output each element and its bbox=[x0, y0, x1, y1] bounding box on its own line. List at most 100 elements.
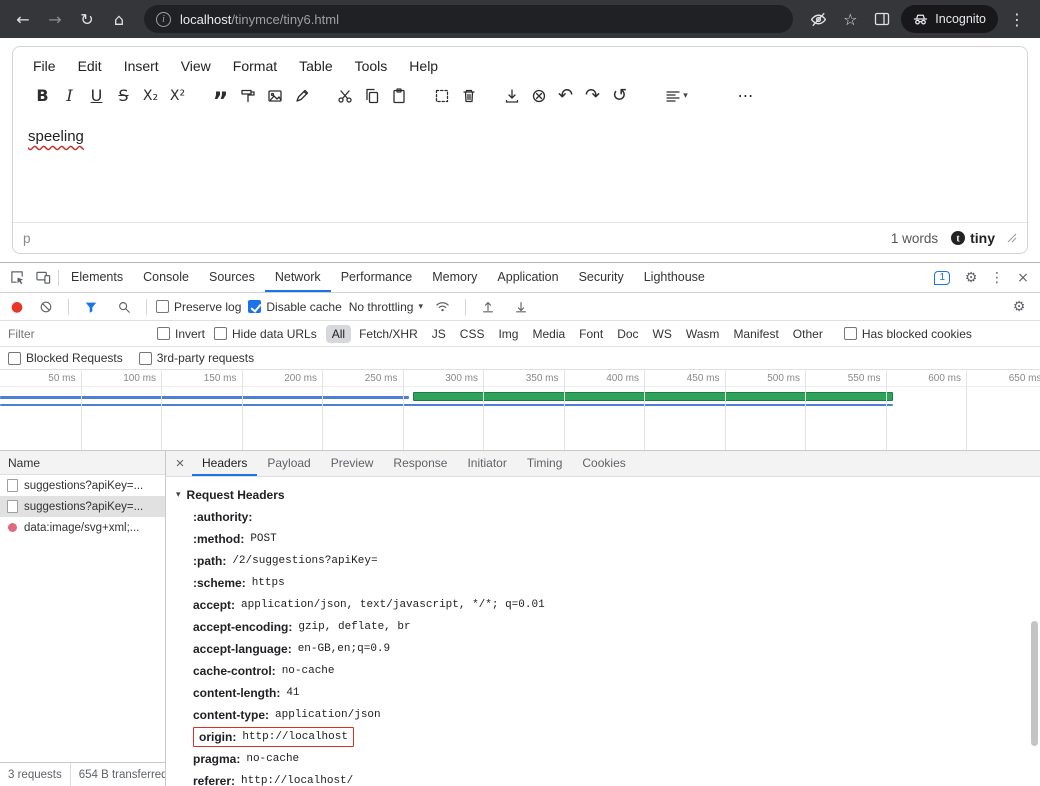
checkbox-box[interactable] bbox=[8, 352, 21, 365]
menu-kebab-icon[interactable]: ⋮ bbox=[1004, 6, 1030, 32]
editor-content-area[interactable]: speeling bbox=[13, 115, 1027, 222]
disable-cache-checkbox[interactable]: Disable cache bbox=[248, 300, 341, 314]
undo-button[interactable]: ↶ bbox=[552, 82, 579, 109]
address-bar[interactable]: i localhost/tinymce/tiny6.html bbox=[144, 5, 793, 33]
menu-item[interactable]: File bbox=[23, 54, 66, 78]
detail-tab[interactable]: Timing bbox=[517, 451, 573, 476]
devtools-tab[interactable]: Application bbox=[487, 263, 568, 292]
devtools-tab[interactable]: Network bbox=[265, 263, 331, 292]
subscript-button[interactable]: X₂ bbox=[137, 82, 164, 109]
align-button[interactable]: ▾ bbox=[663, 82, 690, 109]
collapse-triangle-icon[interactable]: ▾ bbox=[176, 490, 181, 500]
disable-cache-box[interactable] bbox=[248, 300, 261, 313]
preserve-log-checkbox[interactable]: Preserve log bbox=[156, 300, 241, 314]
insert-image-button[interactable] bbox=[261, 82, 288, 109]
menu-item[interactable]: View bbox=[171, 54, 221, 78]
menu-item[interactable]: Format bbox=[223, 54, 287, 78]
cancel-button[interactable] bbox=[525, 82, 552, 109]
checkbox-box[interactable] bbox=[157, 327, 170, 340]
devtools-tab[interactable]: Lighthouse bbox=[634, 263, 715, 292]
invert-checkbox[interactable]: Invert bbox=[157, 327, 205, 341]
back-button[interactable]: ← bbox=[10, 6, 36, 32]
third-party-checkbox[interactable]: 3rd-party requests bbox=[139, 351, 254, 365]
delete-button[interactable] bbox=[455, 82, 482, 109]
resource-type-filter[interactable]: Manifest bbox=[727, 325, 784, 343]
menu-item[interactable]: Tools bbox=[345, 54, 398, 78]
menu-item[interactable]: Help bbox=[399, 54, 448, 78]
hide-data-urls-label[interactable]: Hide data URLs bbox=[232, 327, 317, 341]
detail-tab[interactable]: Cookies bbox=[572, 451, 635, 476]
misspelled-word[interactable]: speeling bbox=[28, 128, 84, 145]
export-har-icon[interactable] bbox=[508, 294, 534, 320]
resource-type-filter[interactable]: Doc bbox=[611, 325, 644, 343]
home-button[interactable]: ⌂ bbox=[106, 6, 132, 32]
detail-tab[interactable]: Headers bbox=[192, 451, 257, 476]
devtools-tab[interactable]: Performance bbox=[331, 263, 423, 292]
has-blocked-cookies-label[interactable]: Has blocked cookies bbox=[862, 327, 972, 341]
menu-item[interactable]: Insert bbox=[114, 54, 169, 78]
devtools-kebab-icon[interactable]: ⋮ bbox=[984, 265, 1010, 291]
close-devtools-icon[interactable]: × bbox=[1010, 265, 1036, 291]
cut-button[interactable] bbox=[331, 82, 358, 109]
third-party-label[interactable]: 3rd-party requests bbox=[157, 351, 254, 365]
format-painter-button[interactable] bbox=[234, 82, 261, 109]
timeline[interactable]: 50 ms100 ms150 ms200 ms250 ms300 ms350 m… bbox=[0, 370, 1040, 451]
restore-draft-button[interactable]: ↺ bbox=[606, 82, 633, 109]
blocked-requests-label[interactable]: Blocked Requests bbox=[26, 351, 123, 365]
permanent-pen-button[interactable] bbox=[288, 82, 315, 109]
import-har-icon[interactable] bbox=[475, 294, 501, 320]
request-row[interactable]: suggestions?apiKey=... bbox=[0, 475, 165, 496]
redo-button[interactable]: ↷ bbox=[579, 82, 606, 109]
incognito-badge[interactable]: Incognito bbox=[901, 5, 998, 33]
superscript-button[interactable]: X² bbox=[164, 82, 191, 109]
select-all-button[interactable] bbox=[428, 82, 455, 109]
resource-type-filter[interactable]: Wasm bbox=[680, 325, 726, 343]
blocked-requests-checkbox[interactable]: Blocked Requests bbox=[8, 351, 123, 365]
paste-button[interactable] bbox=[385, 82, 412, 109]
detail-tab[interactable]: Response bbox=[383, 451, 457, 476]
italic-button[interactable]: I bbox=[56, 82, 83, 109]
invert-label[interactable]: Invert bbox=[175, 327, 205, 341]
copy-button[interactable] bbox=[358, 82, 385, 109]
bold-button[interactable]: B bbox=[29, 82, 56, 109]
network-settings-gear-icon[interactable]: ⚙ bbox=[1006, 294, 1032, 320]
resource-type-filter[interactable]: JS bbox=[426, 325, 452, 343]
checkbox-box[interactable] bbox=[139, 352, 152, 365]
scrollbar-thumb[interactable] bbox=[1031, 621, 1038, 746]
blockquote-button[interactable]: ” bbox=[207, 82, 234, 109]
menu-item[interactable]: Edit bbox=[68, 54, 112, 78]
resource-type-filter[interactable]: WS bbox=[647, 325, 678, 343]
page-info-icon[interactable]: i bbox=[156, 12, 171, 27]
resource-type-filter[interactable]: CSS bbox=[454, 325, 491, 343]
devtools-tab[interactable]: Elements bbox=[61, 263, 133, 292]
request-headers-section[interactable]: ▾ Request Headers bbox=[176, 484, 1040, 506]
has-blocked-cookies-checkbox[interactable]: Has blocked cookies bbox=[844, 327, 972, 341]
disable-cache-label[interactable]: Disable cache bbox=[266, 300, 341, 314]
devtools-tab[interactable]: Console bbox=[133, 263, 199, 292]
tracking-protection-icon[interactable] bbox=[805, 6, 831, 32]
detail-tab[interactable]: Preview bbox=[321, 451, 384, 476]
network-conditions-icon[interactable] bbox=[430, 294, 456, 320]
element-path[interactable]: p bbox=[23, 231, 31, 246]
word-count[interactable]: 1 words bbox=[891, 231, 938, 246]
resource-type-filter[interactable]: All bbox=[326, 325, 351, 343]
more-toolbar-button[interactable]: ⋯ bbox=[732, 82, 759, 109]
throttling-select[interactable]: No throttling ▾ bbox=[349, 300, 423, 314]
resource-type-filter[interactable]: Img bbox=[492, 325, 524, 343]
underline-button[interactable]: U bbox=[83, 82, 110, 109]
settings-gear-icon[interactable]: ⚙ bbox=[958, 265, 984, 291]
inspect-element-icon[interactable] bbox=[4, 265, 30, 291]
detail-tab[interactable]: Initiator bbox=[457, 451, 516, 476]
close-detail-icon[interactable]: × bbox=[168, 455, 192, 472]
detail-tab[interactable]: Payload bbox=[257, 451, 320, 476]
request-row[interactable]: data:image/svg+xml;... bbox=[0, 517, 165, 538]
hide-data-urls-checkbox[interactable]: Hide data URLs bbox=[214, 327, 317, 341]
tiny-logo[interactable]: t tiny bbox=[950, 230, 995, 246]
device-toolbar-icon[interactable] bbox=[30, 265, 56, 291]
menu-item[interactable]: Table bbox=[289, 54, 342, 78]
resource-type-filter[interactable]: Other bbox=[787, 325, 829, 343]
request-row[interactable]: suggestions?apiKey=... bbox=[0, 496, 165, 517]
checkbox-box[interactable] bbox=[214, 327, 227, 340]
forward-button[interactable]: → bbox=[42, 6, 68, 32]
name-column-header[interactable]: Name bbox=[0, 451, 165, 475]
